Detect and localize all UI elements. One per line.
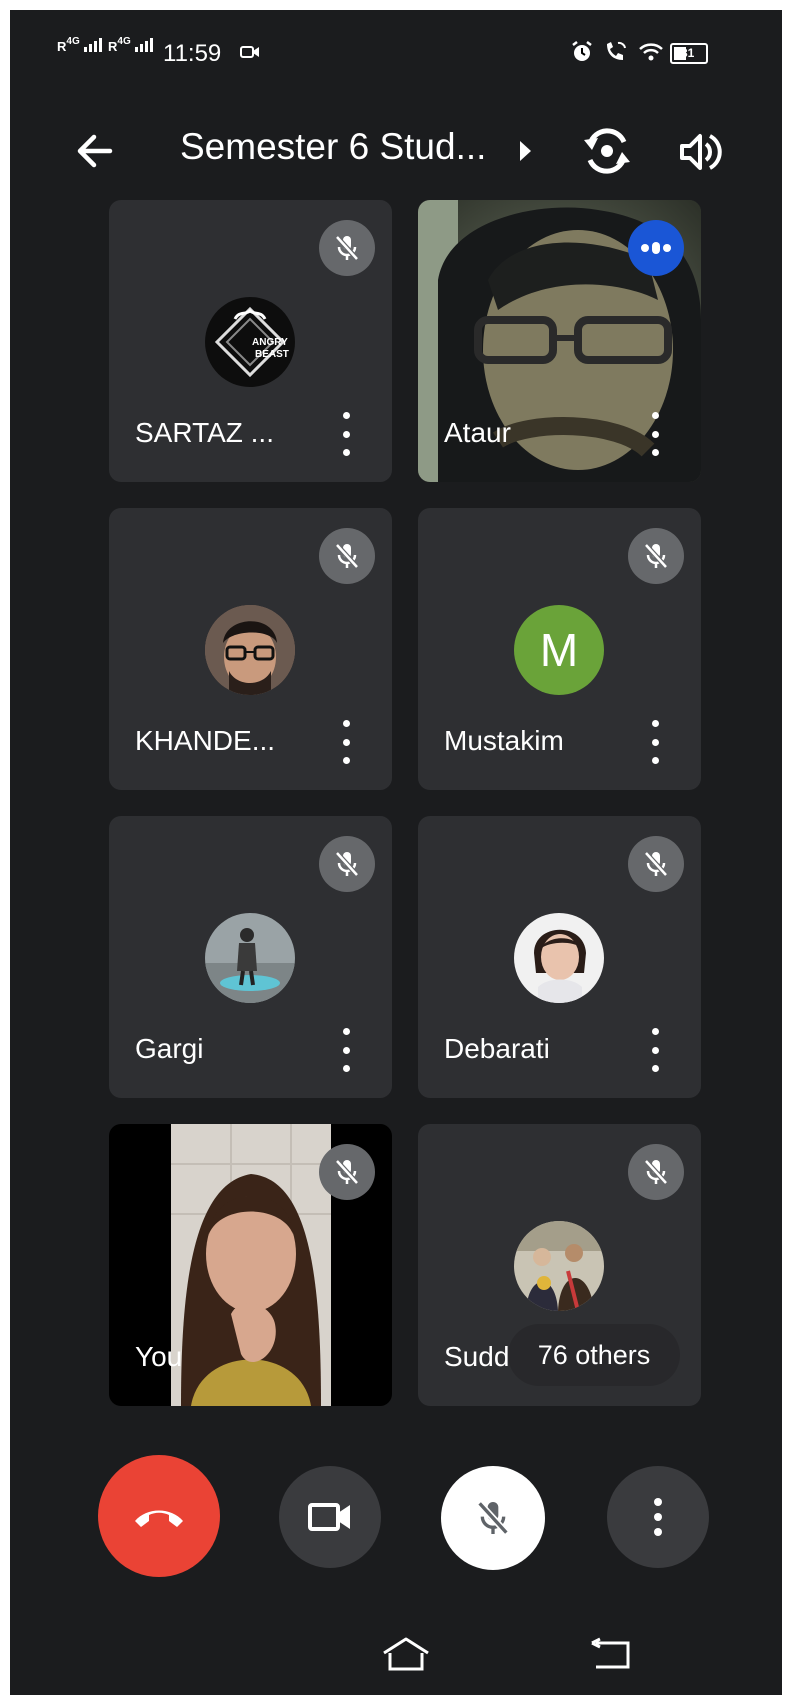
participant-name: You <box>135 1341 183 1372</box>
end-call-button[interactable] <box>98 1455 220 1577</box>
participant-name: KHANDE... <box>135 725 276 756</box>
participant-tile[interactable]: ANGRY BEAST SARTAZ ... <box>109 200 392 482</box>
avatar <box>514 913 604 1003</box>
participant-tile[interactable]: Ataur <box>418 200 701 482</box>
mic-off-icon <box>628 1144 684 1200</box>
more-options-icon[interactable] <box>336 720 356 764</box>
avatar-letter: M <box>539 624 579 676</box>
wifi-calling-icon <box>607 41 626 60</box>
participant-name: SARTAZ ... <box>135 417 274 448</box>
mic-off-icon <box>319 1144 375 1200</box>
mic-off-icon <box>628 836 684 892</box>
more-options-icon[interactable] <box>645 412 665 456</box>
camera-toggle-button[interactable] <box>279 1466 381 1568</box>
hang-up-icon <box>135 1510 183 1527</box>
wifi-icon <box>639 43 663 61</box>
battery-level: 31 <box>681 46 695 60</box>
video-recording-icon <box>240 46 259 58</box>
sim1-signal: R4G <box>57 36 105 54</box>
battery-icon: 31 <box>670 43 708 64</box>
back-nav-icon[interactable] <box>590 1635 634 1675</box>
avatar-logo-text: ANGRY <box>252 337 288 348</box>
status-bar: R4G R4G 11:59 31 <box>10 10 782 80</box>
video-camera-icon <box>308 1503 350 1531</box>
home-nav-icon[interactable] <box>380 1635 432 1675</box>
back-arrow-icon[interactable] <box>70 126 120 176</box>
more-options-button[interactable] <box>607 1466 709 1568</box>
mic-toggle-button[interactable] <box>441 1466 545 1570</box>
more-options-icon[interactable] <box>645 1028 665 1072</box>
participant-tile[interactable]: Gargi <box>109 816 392 1098</box>
participant-tile[interactable]: KHANDE... <box>109 508 392 790</box>
more-options-icon[interactable] <box>645 720 665 764</box>
avatar: ANGRY BEAST <box>205 297 295 387</box>
participant-name: Sudd <box>444 1341 510 1372</box>
avatar <box>205 913 295 1003</box>
participant-tile[interactable]: M Mustakim <box>418 508 701 790</box>
participant-tile[interactable]: Debarati <box>418 816 701 1098</box>
meeting-title[interactable]: Semester 6 Stud... <box>180 126 486 168</box>
sim2-signal: R4G <box>108 36 156 54</box>
participant-tile[interactable]: Sudd 76 others <box>418 1124 701 1406</box>
call-header: Semester 6 Stud... <box>10 110 782 190</box>
more-options-icon[interactable] <box>336 412 356 456</box>
avatar: M <box>514 605 604 695</box>
self-view-tile[interactable]: You <box>109 1124 392 1406</box>
more-vert-icon <box>653 1498 663 1536</box>
speaking-indicator-icon <box>628 220 684 276</box>
alarm-icon <box>572 41 592 61</box>
speaker-icon[interactable] <box>678 130 722 174</box>
avatar <box>514 1221 604 1311</box>
self-video-feed <box>171 1124 331 1406</box>
mic-off-icon <box>477 1501 509 1535</box>
others-count-chip[interactable]: 76 others <box>508 1324 680 1386</box>
mic-off-icon <box>319 528 375 584</box>
svg-text:BEAST: BEAST <box>255 349 289 360</box>
participant-name: Gargi <box>135 1033 204 1064</box>
participant-name: Ataur <box>444 417 511 448</box>
chevron-right-icon[interactable] <box>515 138 535 164</box>
avatar <box>205 605 295 695</box>
meet-call-screen: R4G R4G 11:59 31 Semester 6 Stud... ANGR… <box>10 10 782 1695</box>
participant-name: Debarati <box>444 1033 550 1064</box>
mic-off-icon <box>628 528 684 584</box>
mic-off-icon <box>319 220 375 276</box>
switch-camera-icon[interactable] <box>580 124 634 178</box>
clock: 11:59 <box>163 40 222 67</box>
participant-name: Mustakim <box>444 725 564 756</box>
mic-off-icon <box>319 836 375 892</box>
more-options-icon[interactable] <box>336 1028 356 1072</box>
